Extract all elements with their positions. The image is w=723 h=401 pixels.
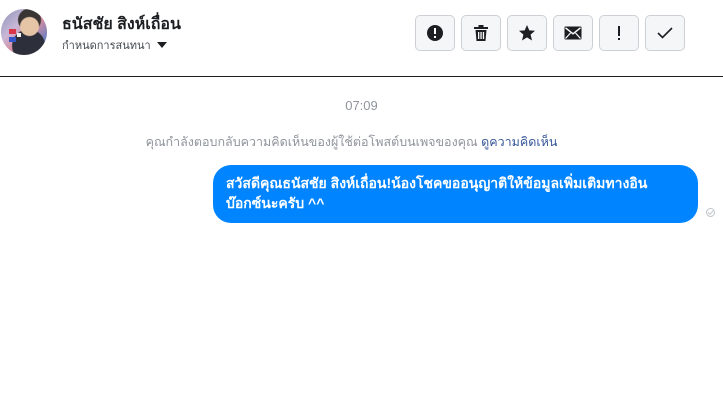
avatar-detail	[9, 37, 16, 42]
assign-conversation-dropdown[interactable]: กำหนดการสนทนา	[62, 36, 167, 54]
assign-conversation-label: กำหนดการสนทนา	[62, 40, 151, 52]
sent-check-icon	[706, 208, 715, 217]
mark-done-button[interactable]	[645, 15, 685, 51]
delete-button[interactable]	[461, 15, 501, 51]
check-icon	[657, 27, 673, 39]
star-icon	[519, 25, 535, 41]
outgoing-message-bubble[interactable]: สวัสดีคุณธนัสชัย สิงห์เถื่อน!น้องโชคขออน…	[213, 165, 698, 223]
envelope-icon	[564, 26, 582, 40]
contact-avatar[interactable]	[1, 9, 47, 55]
reply-context-text: คุณกำลังตอบกลับความคิดเห็นของผู้ใช้ต่อโพ…	[145, 135, 478, 149]
mark-important-button[interactable]	[599, 15, 639, 51]
conversation-header: ธนัสชัย สิงห์เถื่อน กำหนดการสนทนา	[0, 0, 723, 77]
caret-down-icon	[156, 42, 167, 48]
alert-circle-icon	[427, 25, 443, 41]
mark-unread-button[interactable]	[553, 15, 593, 51]
report-button[interactable]	[415, 15, 455, 51]
trash-icon	[474, 25, 488, 41]
avatar-detail	[17, 33, 21, 37]
message-text-line: บ๊อกซ์นะครับ ^^	[226, 195, 325, 211]
message-text-line: สวัสดีคุณธนัสชัย สิงห์เถื่อน!น้องโชคขออน…	[226, 175, 648, 191]
message-timestamp: 07:09	[345, 98, 378, 113]
view-comment-link[interactable]: ดูความคิดเห็น	[481, 135, 557, 149]
conversation-toolbar	[415, 15, 685, 51]
star-button[interactable]	[507, 15, 547, 51]
exclamation-icon	[618, 26, 620, 40]
reply-context-notice: คุณกำลังตอบกลับความคิดเห็นของผู้ใช้ต่อโพ…	[0, 132, 703, 152]
avatar-detail	[9, 29, 16, 34]
contact-name[interactable]: ธนัสชัย สิงห์เถื่อน	[62, 12, 181, 37]
